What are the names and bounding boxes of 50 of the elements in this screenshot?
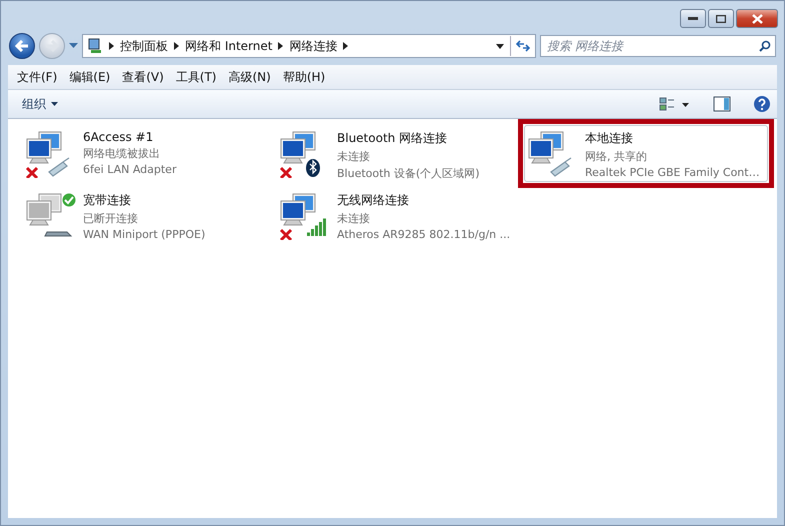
breadcrumb-item[interactable]: 控制面板 — [120, 38, 168, 54]
connection-name: 宽带连接 — [83, 192, 132, 209]
adapter-name: Bluetooth 设备(个人区域网) — [337, 166, 480, 181]
connection-name: 本地连接 — [585, 130, 634, 147]
menu-item[interactable]: 高级(N) — [222, 66, 277, 88]
close-button[interactable] — [736, 9, 778, 28]
minimize-icon — [688, 16, 698, 20]
connection-item[interactable]: 宽带连接 已断开连接 WAN Miniport (PPPOE) — [22, 187, 276, 244]
connection-name: Bluetooth 网络连接 — [337, 130, 448, 147]
breadcrumb-item[interactable]: 网络连接 — [289, 38, 338, 54]
adapter-name: 6fei LAN Adapter — [83, 163, 176, 176]
adapter-name: Atheros AR9285 802.11b/g/n ... — [337, 228, 510, 241]
connection-name: 无线网络连接 — [337, 192, 410, 209]
connection-status: 未连接 — [337, 211, 371, 226]
adapter-name: Realtek PCIe GBE Family Cont… — [585, 166, 760, 179]
organize-button[interactable]: 组织 — [18, 94, 62, 114]
dropdown-arrow-icon[interactable] — [496, 44, 504, 48]
menu-item[interactable]: 工具(T) — [170, 66, 222, 88]
connection-item[interactable]: 6Access #1 网络电缆被拔出 6fei LAN Adapter — [22, 125, 276, 181]
chevron-right-icon — [278, 42, 284, 50]
caret-icon — [51, 102, 58, 106]
search-field[interactable]: 搜索 网络连接 — [540, 35, 776, 57]
back-arrow-icon — [15, 40, 29, 52]
connection-status: 未连接 — [337, 149, 371, 164]
maximize-icon — [716, 14, 726, 22]
control-panel-icon — [87, 38, 103, 54]
connection-status: 已断开连接 — [83, 211, 139, 226]
connection-name: 6Access #1 — [83, 130, 154, 144]
connection-item[interactable]: 本地连接 网络, 共享的 Realtek PCIe GBE Family Cont… — [524, 125, 768, 182]
connection-item[interactable]: Bluetooth 网络连接 未连接 Bluetooth 设备(个人区域网) — [276, 125, 524, 184]
minimize-button[interactable] — [680, 9, 706, 28]
chevron-right-icon — [174, 42, 179, 50]
help-icon[interactable] — [753, 95, 771, 113]
back-button[interactable] — [9, 33, 35, 59]
connection-status: 网络, 共享的 — [585, 149, 648, 164]
close-icon — [752, 14, 762, 24]
menu-item[interactable]: 编辑(E) — [63, 66, 116, 88]
adapter-name: WAN Miniport (PPPOE) — [83, 228, 206, 241]
maximize-button[interactable] — [708, 9, 734, 28]
chevron-right-icon — [109, 42, 114, 50]
menu-item[interactable]: 查看(V) — [116, 66, 170, 88]
view-options-icon[interactable] — [659, 97, 689, 111]
preview-pane-icon[interactable] — [713, 96, 731, 112]
menu-item[interactable]: 文件(F) — [11, 66, 64, 88]
search-icon — [759, 40, 771, 52]
connection-status: 网络电缆被拔出 — [83, 146, 161, 161]
breadcrumb-item[interactable]: 网络和 Internet — [185, 38, 272, 54]
connection-item[interactable]: 无线网络连接 未连接 Atheros AR9285 802.11b/g/n ... — [276, 187, 524, 244]
chevron-right-icon — [343, 42, 348, 50]
menu-item[interactable]: 帮助(H) — [276, 66, 332, 88]
